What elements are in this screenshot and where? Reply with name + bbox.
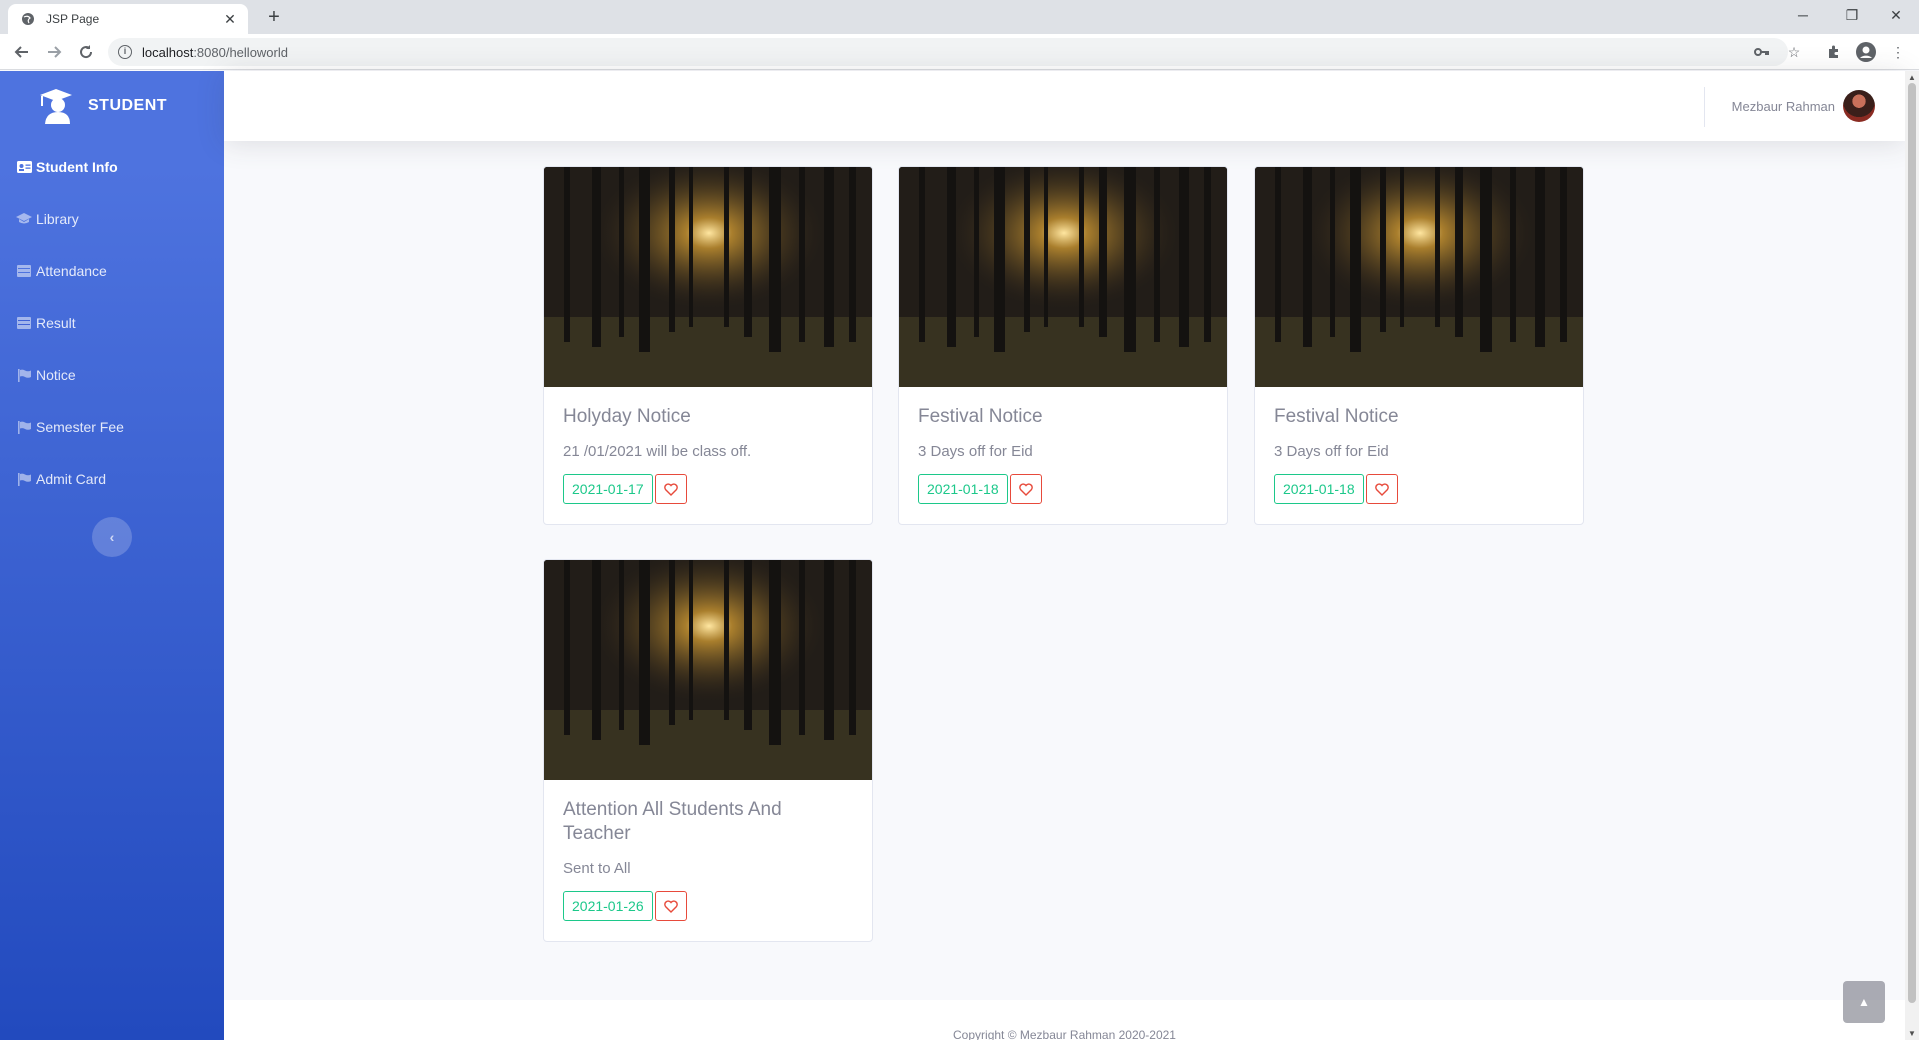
notice-title: Attention All Students And Teacher (563, 799, 782, 844)
notice-card: Festival Notice 3 Days off for Eid 2021-… (898, 166, 1228, 525)
notice-date-button[interactable]: 2021-01-18 (1274, 474, 1364, 504)
topbar-divider (1704, 87, 1705, 127)
heart-icon (1018, 482, 1033, 496)
like-button[interactable] (654, 474, 687, 504)
menu-dots-icon[interactable]: ⋮ (1888, 42, 1908, 62)
notice-date-button[interactable]: 2021-01-17 (563, 474, 653, 504)
flag-icon (16, 472, 32, 486)
profile-icon[interactable] (1856, 42, 1876, 62)
sidebar-item-label: Admit Card (36, 471, 107, 487)
minimize-icon[interactable]: ─ (1780, 0, 1826, 30)
heart-icon (663, 899, 678, 913)
scrollbar[interactable]: ▲ ▼ (1905, 71, 1919, 1040)
forest-image (1255, 167, 1583, 387)
sidebar-item-label: Notice (36, 367, 76, 383)
sidebar-item-admit-card[interactable]: Admit Card (0, 453, 224, 505)
heart-icon (1374, 482, 1389, 496)
sidebar-item-label: Result (36, 315, 76, 331)
url-host: localhost (142, 44, 194, 60)
tab-title: JSP Page (46, 12, 100, 26)
notice-date-button[interactable]: 2021-01-18 (918, 474, 1008, 504)
scrollbar-thumb[interactable] (1908, 83, 1916, 1003)
like-button[interactable] (1009, 474, 1042, 504)
url-path: :8080/helloworld (193, 44, 288, 60)
sidebar-item-label: Attendance (36, 263, 107, 279)
sidebar-brand[interactable]: STUDENT (0, 71, 224, 141)
notice-card: Festival Notice 3 Days off for Eid 2021-… (1254, 166, 1584, 525)
reload-icon[interactable] (74, 40, 98, 64)
like-button[interactable] (1365, 474, 1398, 504)
notice-title: Holyday Notice (563, 406, 691, 427)
footer: Copyright © Mezbaur Rahman 2020-2021 (224, 1000, 1905, 1040)
browser-tab[interactable]: JSP Page ✕ (8, 4, 248, 34)
back-icon[interactable] (10, 40, 34, 64)
notice-text: Sent to All (563, 860, 631, 877)
star-icon[interactable]: ☆ (1784, 42, 1804, 62)
extensions-icon[interactable] (1824, 42, 1844, 62)
notice-text: 21 /01/2021 will be class off. (563, 443, 752, 460)
close-window-icon[interactable]: ✕ (1873, 0, 1919, 30)
forest-image (899, 167, 1227, 387)
topbar: Mezbaur Rahman (224, 71, 1905, 141)
user-name[interactable]: Mezbaur Rahman (1732, 99, 1835, 114)
scroll-to-top-button[interactable]: ▲ (1843, 981, 1885, 1023)
sidebar-item-library[interactable]: Library (0, 193, 224, 245)
notice-text: 3 Days off for Eid (918, 443, 1033, 460)
avatar[interactable] (1843, 90, 1875, 122)
sidebar-item-attendance[interactable]: Attendance (0, 245, 224, 297)
table-icon (16, 264, 32, 278)
forest-image (544, 560, 872, 780)
notice-title: Festival Notice (1274, 406, 1399, 427)
forest-image (544, 167, 872, 387)
globe-icon (20, 11, 36, 27)
browser-tab-bar: JSP Page ✕ + ─ ❐ ✕ (0, 0, 1919, 34)
copyright-text: Copyright © Mezbaur Rahman 2020-2021 (953, 1028, 1176, 1040)
brand-name: STUDENT (88, 97, 168, 114)
notice-card: Attention All Students And Teacher Sent … (543, 559, 873, 942)
sidebar-item-notice[interactable]: Notice (0, 349, 224, 401)
notice-date-button[interactable]: 2021-01-26 (563, 891, 653, 921)
forward-icon[interactable] (42, 40, 66, 64)
flag-icon (16, 420, 32, 434)
scroll-up-arrow-icon[interactable]: ▲ (1908, 73, 1916, 82)
close-tab-icon[interactable]: ✕ (222, 11, 238, 28)
sidebar-item-semester-fee[interactable]: Semester Fee (0, 401, 224, 453)
notice-text: 3 Days off for Eid (1274, 443, 1389, 460)
key-icon[interactable] (1752, 42, 1772, 62)
sidebar-toggle-button[interactable]: ‹ (92, 517, 132, 557)
new-tab-icon[interactable]: + (262, 6, 286, 30)
sidebar-item-student-info[interactable]: Student Info (0, 141, 224, 193)
chevron-up-icon: ▲ (1858, 995, 1870, 1009)
notice-card: Holyday Notice 21 /01/2021 will be class… (543, 166, 873, 525)
like-button[interactable] (654, 891, 687, 921)
sidebar-item-label: Semester Fee (36, 419, 124, 435)
notice-title: Festival Notice (918, 406, 1043, 427)
info-icon[interactable]: i (118, 45, 132, 59)
chevron-left-icon: ‹ (109, 529, 115, 545)
sidebar-item-result[interactable]: Result (0, 297, 224, 349)
sidebar-item-label: Library (36, 211, 79, 227)
address-bar: i localhost:8080/helloworld ☆ ⋮ (0, 34, 1919, 70)
restore-icon[interactable]: ❐ (1829, 0, 1875, 30)
table-icon (16, 316, 32, 330)
student-logo-icon (36, 86, 76, 126)
url-bar[interactable]: i localhost:8080/helloworld (108, 38, 1788, 66)
id-card-icon (16, 160, 32, 174)
heart-icon (663, 482, 678, 496)
flag-icon (16, 368, 32, 382)
scroll-down-arrow-icon[interactable]: ▼ (1908, 1029, 1916, 1038)
sidebar: STUDENT Student Info Library Attendance … (0, 71, 224, 1040)
graduation-cap-icon (16, 212, 32, 226)
sidebar-item-label: Student Info (36, 159, 118, 175)
